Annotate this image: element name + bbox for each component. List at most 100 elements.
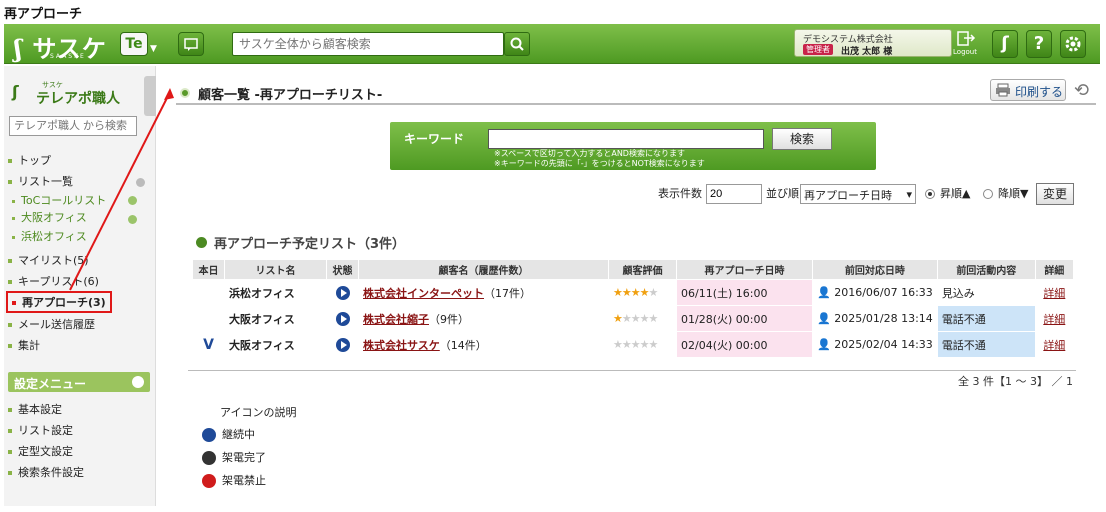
sidebar-item-mail-history[interactable]: メール送信履歴 bbox=[8, 316, 95, 332]
star-rating: ★★★★★ bbox=[613, 286, 658, 299]
logout-label: Logout bbox=[953, 48, 977, 56]
reapproach-date: 06/11(土) 16:00 bbox=[676, 279, 813, 306]
history-count: （14件） bbox=[439, 338, 487, 352]
table-divider bbox=[188, 370, 1076, 371]
asc-radio[interactable] bbox=[925, 189, 935, 199]
add-icon[interactable] bbox=[128, 215, 137, 224]
collapse-minus-icon[interactable] bbox=[136, 178, 145, 187]
desc-label[interactable]: 降順▼ bbox=[998, 185, 1028, 201]
customer-link[interactable]: 株式会社縮子 bbox=[363, 313, 429, 326]
legend-title: アイコンの説明 bbox=[220, 406, 297, 419]
last-activity: 見込み bbox=[936, 279, 1036, 306]
collapse-minus-icon[interactable] bbox=[132, 376, 144, 388]
user-icon: 👤 bbox=[817, 338, 831, 351]
add-icon[interactable] bbox=[128, 196, 137, 205]
rating-cell: ★★★★★ bbox=[608, 279, 677, 306]
rating-cell: ★★★★★ bbox=[608, 305, 677, 332]
pager: 全 3 件【1 ～ 3】 ／ 1 bbox=[958, 375, 1073, 388]
detail-link[interactable]: 詳細 bbox=[1043, 287, 1065, 300]
sidebar-item-toc-list[interactable]: ToCコールリスト bbox=[12, 192, 106, 208]
keyword-search-button[interactable]: 検索 bbox=[772, 128, 832, 150]
sidebar-item-stats[interactable]: 集計 bbox=[8, 337, 40, 353]
settings-item-basic[interactable]: 基本設定 bbox=[8, 401, 62, 417]
change-button[interactable]: 変更 bbox=[1036, 183, 1074, 205]
sidebar: ʃ サスケ テレアポ職人 トップ リスト一覧 ToCコールリスト 大阪オフィス … bbox=[4, 66, 156, 506]
table-row: 大阪オフィス 株式会社縮子（9件） ★★★★★ 01/28(火) 00:00 👤… bbox=[192, 305, 1074, 332]
saaske-home-button[interactable]: ʃ bbox=[992, 30, 1018, 58]
keyword-note-not: ※キーワードの先頭に「-」をつけるとNOT検索になります bbox=[494, 159, 705, 168]
settings-button[interactable] bbox=[1060, 30, 1086, 58]
title-bullet-icon bbox=[180, 88, 190, 98]
help-button[interactable]: ? bbox=[1026, 30, 1052, 58]
keyword-label: キーワード bbox=[404, 132, 465, 146]
saaske-s-icon: ʃ bbox=[1001, 33, 1009, 54]
continuing-icon[interactable] bbox=[335, 337, 350, 352]
customer-link[interactable]: 株式会社サスケ bbox=[363, 339, 440, 352]
sort-select[interactable]: 再アプローチ日時 ▾ bbox=[800, 184, 916, 204]
teleapo-logo-icon: ʃ bbox=[12, 82, 19, 101]
logout-icon bbox=[957, 31, 976, 46]
user-info: デモシステム株式会社 管理者 出茂 太郎 様 bbox=[794, 29, 952, 57]
sidebar-item-keeplist[interactable]: キープリスト(6) bbox=[8, 273, 99, 289]
chevron-down-icon: ▾ bbox=[906, 188, 912, 201]
last-date-cell: 👤 2025/02/04 14:33 bbox=[812, 331, 938, 358]
global-search-input[interactable] bbox=[232, 32, 504, 56]
col-header: 前回対応日時 bbox=[812, 259, 938, 280]
col-header: 顧客評価 bbox=[608, 259, 677, 280]
settings-menu-header[interactable]: 設定メニュー bbox=[8, 372, 150, 392]
user-name: 出茂 太郎 様 bbox=[841, 47, 893, 57]
rating-cell: ★★★★★ bbox=[608, 331, 677, 358]
sidebar-title[interactable]: テレアポ職人 bbox=[36, 88, 120, 108]
today-cell bbox=[192, 305, 225, 332]
desc-radio[interactable] bbox=[983, 189, 993, 199]
settings-item-template[interactable]: 定型文設定 bbox=[8, 443, 73, 459]
sidebar-item-osaka[interactable]: 大阪オフィス bbox=[12, 209, 87, 225]
continuing-icon[interactable] bbox=[335, 285, 350, 300]
arrow-circle-icon bbox=[196, 237, 207, 248]
title-divider bbox=[176, 103, 1096, 105]
sidebar-item-reapproach[interactable]: 再アプローチ(3) bbox=[6, 291, 112, 313]
prohibited-icon bbox=[202, 474, 216, 488]
col-header: 顧客名（履歴件数） bbox=[358, 259, 609, 280]
settings-item-search-condition[interactable]: 検索条件設定 bbox=[8, 464, 84, 480]
detail-cell: 詳細 bbox=[1034, 305, 1074, 332]
history-count: （9件） bbox=[429, 312, 469, 326]
logout-button[interactable]: Logout bbox=[952, 29, 978, 57]
sidebar-item-top[interactable]: トップ bbox=[8, 152, 51, 168]
sidebar-item-list[interactable]: リスト一覧 bbox=[8, 173, 73, 189]
star-rating: ★★★★★ bbox=[613, 338, 658, 351]
main-content: 顧客一覧 -再アプローチリスト- 印刷する ⟲ キーワード 検索 ※スペースで区… bbox=[158, 66, 1100, 506]
customer-link[interactable]: 株式会社インターペット bbox=[363, 287, 484, 300]
settings-item-list[interactable]: リスト設定 bbox=[8, 422, 73, 438]
sidebar-item-mylist[interactable]: マイリスト(5) bbox=[8, 252, 89, 268]
col-header: 本日 bbox=[192, 259, 225, 280]
refresh-icon[interactable]: ⟲ bbox=[1074, 80, 1089, 101]
logo-subtext: SAASKE bbox=[50, 53, 86, 60]
search-button[interactable] bbox=[504, 32, 530, 56]
detail-link[interactable]: 詳細 bbox=[1043, 339, 1065, 352]
reapproach-date: 02/04(火) 00:00 bbox=[676, 331, 813, 358]
last-date-cell: 👤 2025/01/28 13:14 bbox=[812, 305, 938, 332]
col-header: 詳細 bbox=[1034, 259, 1074, 280]
print-button[interactable]: 印刷する bbox=[990, 79, 1066, 101]
message-button[interactable] bbox=[178, 32, 204, 56]
table-header-row: 本日 リスト名 状態 顧客名（履歴件数） 顧客評価 再アプローチ日時 前回対応日… bbox=[192, 259, 1074, 280]
col-header: 状態 bbox=[326, 259, 359, 280]
count-input[interactable] bbox=[706, 184, 762, 204]
search-icon bbox=[510, 37, 524, 51]
call-complete-icon bbox=[202, 451, 216, 465]
star-rating: ★★★★★ bbox=[613, 312, 658, 325]
sidebar-collapse-handle[interactable] bbox=[144, 76, 156, 116]
status-cell bbox=[326, 279, 359, 306]
chevron-down-icon[interactable]: ▼ bbox=[150, 44, 157, 54]
te-app-switch-button[interactable]: Te bbox=[120, 32, 148, 56]
asc-label[interactable]: 昇順▲ bbox=[940, 185, 970, 201]
schedule-title: 再アプローチ予定リスト（3件） bbox=[214, 237, 406, 252]
continuing-icon[interactable] bbox=[335, 311, 350, 326]
detail-link[interactable]: 詳細 bbox=[1043, 313, 1065, 326]
customer-cell: 株式会社縮子（9件） bbox=[358, 305, 609, 332]
today-cell: V bbox=[192, 331, 225, 358]
keyword-input[interactable] bbox=[488, 129, 764, 149]
sidebar-search-input[interactable] bbox=[9, 116, 137, 136]
sidebar-item-hamamatsu[interactable]: 浜松オフィス bbox=[12, 228, 87, 244]
